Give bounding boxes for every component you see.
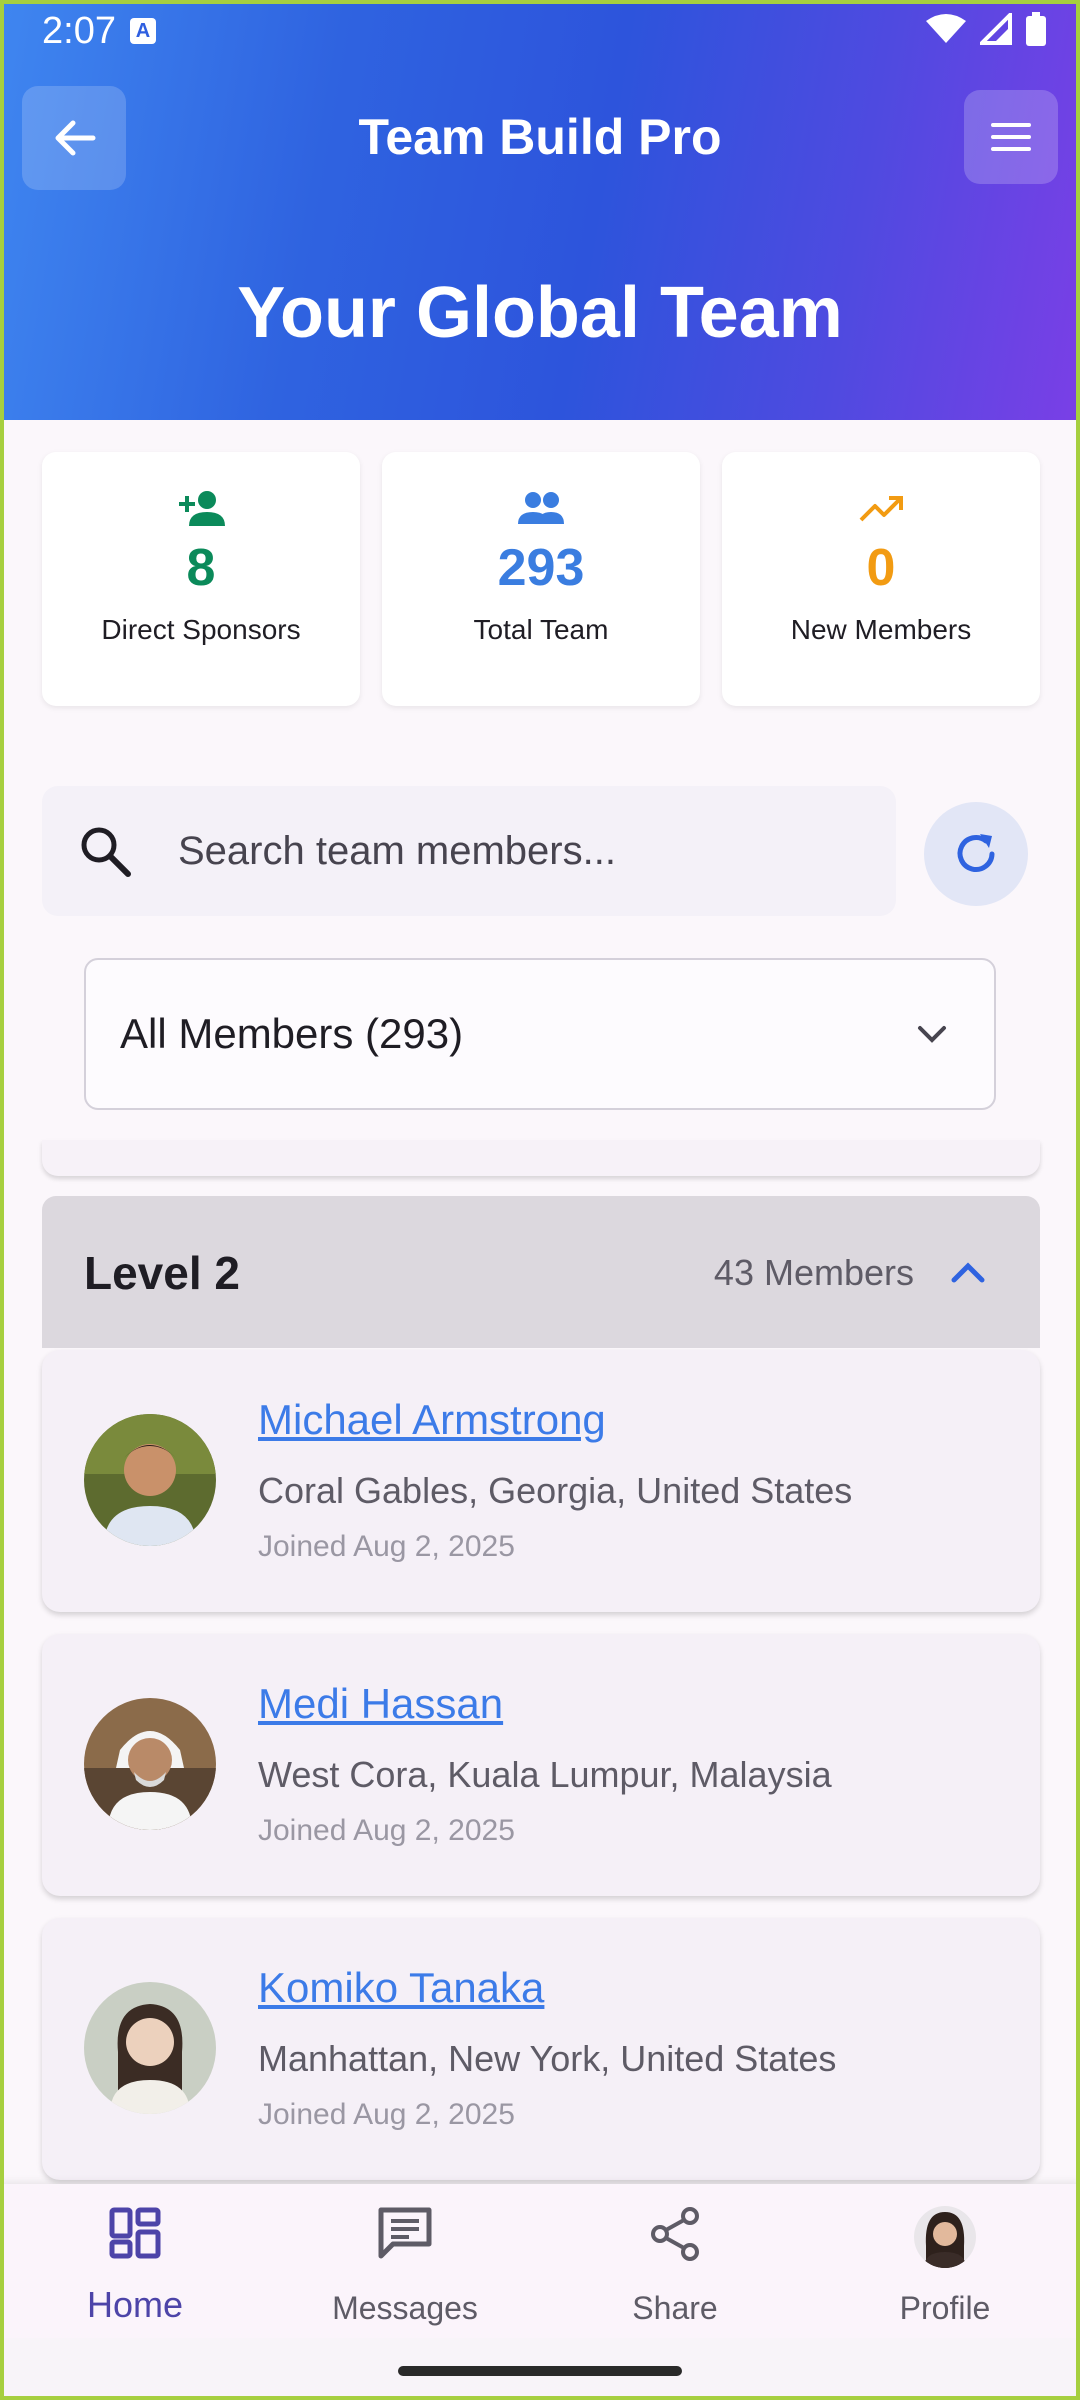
stat-card-new-members[interactable]: 0 New Members: [722, 452, 1040, 706]
home-indicator[interactable]: [398, 2366, 682, 2376]
member-joined-date: Joined Aug 2, 2025: [258, 2098, 515, 2131]
avatar: [84, 1698, 216, 1830]
notification-a-icon: A: [130, 18, 156, 44]
member-card[interactable]: Michael Armstrong Coral Gables, Georgia,…: [42, 1350, 1040, 1612]
level-title: Level 2: [84, 1247, 240, 1299]
filter-selected-value: All Members (293): [120, 1010, 464, 1057]
nav-label: Messages: [332, 2290, 478, 2326]
stat-value: 293: [497, 539, 585, 597]
nav-label: Share: [632, 2290, 718, 2326]
member-name-link[interactable]: Michael Armstrong: [258, 1396, 606, 1444]
chevron-up-icon[interactable]: [948, 1252, 988, 1292]
signal-icon: [980, 13, 1012, 45]
member-name-link[interactable]: Medi Hassan: [258, 1680, 503, 1728]
nav-label: Home: [86, 2284, 184, 2325]
member-location: West Cora, Kuala Lumpur, Malaysia: [258, 1754, 832, 1795]
stats-row: 8 Direct Sponsors 293 Total Team 0 New M…: [42, 452, 1040, 706]
chevron-down-icon: [918, 1026, 946, 1043]
stat-card-total-team[interactable]: 293 Total Team: [382, 452, 700, 706]
stat-card-direct-sponsors[interactable]: 8 Direct Sponsors: [42, 452, 360, 706]
status-time: 2:07: [42, 10, 116, 52]
page-title: Your Global Team: [237, 273, 843, 353]
search-input[interactable]: [178, 816, 858, 886]
person-add-icon: [179, 491, 225, 526]
stat-value: 0: [866, 539, 896, 597]
dashboard-icon: [109, 2207, 161, 2259]
member-card[interactable]: Komiko Tanaka Manhattan, New York, Unite…: [42, 1918, 1040, 2180]
bottom-navigation: Home Messages Share Profile: [0, 2184, 1080, 2338]
nav-label: Profile: [899, 2290, 991, 2326]
previous-card-edge: [42, 1140, 1040, 1176]
member-location: Manhattan, New York, United States: [258, 2038, 837, 2079]
header: 2:07 A Team Build Pro Your Global Team: [0, 0, 1080, 420]
refresh-button[interactable]: [924, 802, 1028, 906]
stat-label: Total Team: [473, 614, 609, 645]
nav-item-messages[interactable]: Messages: [270, 2184, 540, 2338]
share-icon: [651, 2207, 699, 2261]
nav-item-share[interactable]: Share: [540, 2184, 810, 2338]
message-icon: [378, 2207, 432, 2259]
stat-label: New Members: [790, 614, 972, 645]
profile-avatar: [914, 2206, 976, 2268]
refresh-icon: [957, 834, 995, 872]
member-filter-dropdown[interactable]: All Members (293): [84, 958, 996, 1110]
status-bar: 2:07 A: [0, 0, 1080, 64]
app-title: Team Build Pro: [358, 109, 722, 165]
level-header[interactable]: Level 2 43 Members: [42, 1196, 1040, 1348]
nav-item-profile[interactable]: Profile: [810, 2184, 1080, 2338]
member-location: Coral Gables, Georgia, United States: [258, 1470, 853, 1511]
trending-up-icon: [859, 496, 903, 522]
member-name-link[interactable]: Komiko Tanaka: [258, 1964, 544, 2012]
nav-item-home[interactable]: Home: [0, 2184, 270, 2338]
avatar: [84, 1414, 216, 1546]
menu-button[interactable]: [964, 90, 1058, 184]
member-joined-date: Joined Aug 2, 2025: [258, 1814, 515, 1847]
level-member-count: 43 Members: [713, 1252, 914, 1293]
stat-value: 8: [186, 539, 216, 597]
group-icon: [518, 492, 564, 524]
hamburger-menu-icon: [991, 123, 1031, 151]
status-icons: [926, 12, 1046, 46]
stat-label: Direct Sponsors: [101, 614, 301, 645]
member-card[interactable]: Medi Hassan West Cora, Kuala Lumpur, Mal…: [42, 1634, 1040, 1896]
member-joined-date: Joined Aug 2, 2025: [258, 1530, 515, 1563]
avatar: [84, 1982, 216, 2114]
search-icon: [81, 827, 131, 877]
wifi-icon: [926, 14, 966, 43]
search-bar[interactable]: [42, 786, 896, 916]
battery-icon: [1026, 12, 1046, 46]
